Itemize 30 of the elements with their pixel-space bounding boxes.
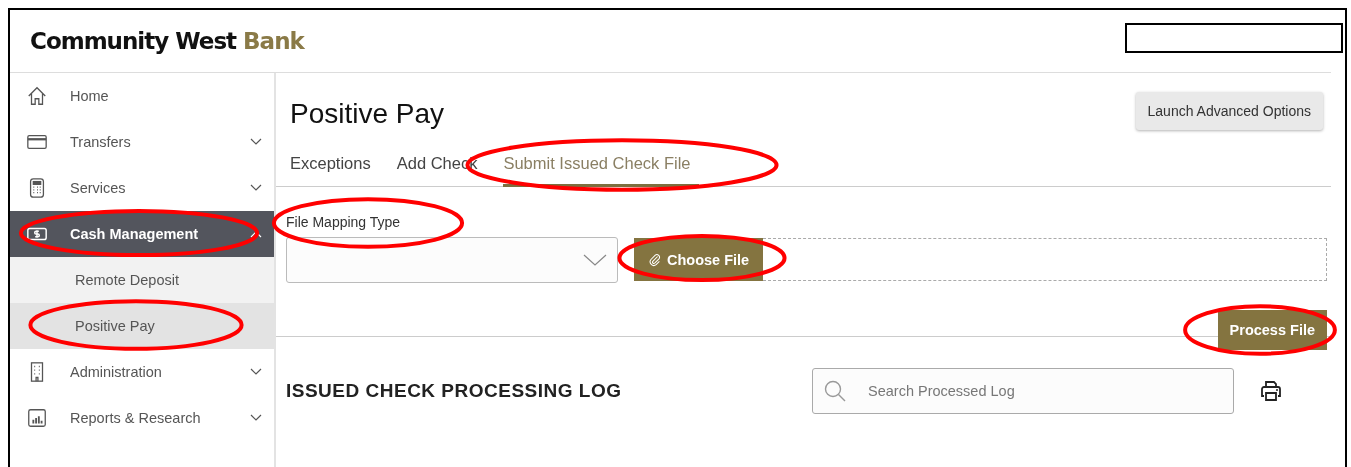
search-icon	[823, 379, 847, 403]
search-field[interactable]: Search Processed Log	[812, 368, 1234, 414]
nav-label: Transfers	[70, 134, 132, 150]
nav-label: Reports & Research	[70, 410, 202, 426]
process-file-button[interactable]: Process File	[1217, 310, 1327, 350]
tab[interactable]: Exceptions	[290, 148, 371, 184]
nav-label: Cash Management	[70, 226, 200, 242]
nav-label: Administration	[70, 364, 163, 380]
bank-logo[interactable]: Community West Bank	[30, 28, 304, 54]
paperclip-icon	[648, 252, 662, 267]
printer-icon[interactable]	[1259, 379, 1283, 403]
nav-label: Services	[70, 180, 127, 196]
nav-subitem[interactable]: Remote Deposit	[10, 257, 274, 303]
nav-label: Remote Deposit	[75, 272, 179, 288]
section-heading: ISSUED CHECK PROCESSING LOG	[286, 380, 623, 402]
nav-item[interactable]: Services	[10, 165, 274, 211]
nav-item[interactable]: Administration	[10, 349, 274, 395]
chevron-icon	[583, 254, 607, 266]
nav-item[interactable]: Reports & Research	[10, 395, 274, 441]
nav-item[interactable]: Transfers	[10, 119, 274, 165]
nav-label: Positive Pay	[75, 318, 155, 334]
house-icon	[26, 85, 48, 107]
nav-item[interactable]: Home	[10, 73, 274, 119]
page-title: Positive Pay	[290, 98, 445, 130]
bar-chart-icon	[26, 407, 48, 429]
advanced-options-button[interactable]: Launch Advanced Options	[1135, 92, 1323, 130]
nav-label: Home	[70, 88, 110, 104]
field-label: File Mapping Type	[286, 214, 401, 230]
file-drop-zone[interactable]	[763, 238, 1327, 281]
mapping-type-select[interactable]	[286, 237, 618, 283]
